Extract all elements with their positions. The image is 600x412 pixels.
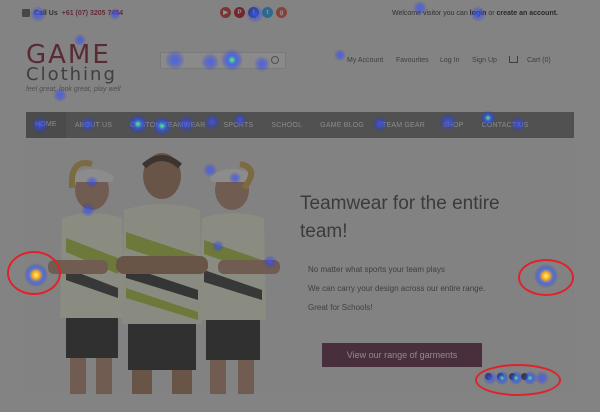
hero-heading: Teamwear for the entire team! (300, 193, 500, 242)
top-bar: Call Us +61 (07) 3205 7454 ▶ Pf t g Welcome… (0, 0, 600, 26)
twitter-icon[interactable]: t (262, 7, 273, 18)
favourites-link[interactable]: Favourites (396, 57, 429, 64)
logo-clothing[interactable]: Clothing (26, 66, 117, 84)
or-text: or (488, 10, 495, 17)
header: GAME Clothing feel great, look great, pl… (0, 26, 600, 112)
search-input[interactable] (160, 52, 286, 69)
highlight-ring-left (7, 251, 61, 295)
phone-number[interactable]: +61 (07) 3205 7454 (62, 10, 123, 17)
main-nav: HOME ABOUT US CUSTOM TEAMWEAR SPORTS SCHOOL G… (26, 112, 574, 138)
phone-icon (22, 9, 30, 17)
my-account-link[interactable]: My Account (347, 57, 383, 64)
logo-tagline: feel great, look great, play well (26, 86, 121, 93)
nav-item-custom-teamwear[interactable]: CUSTOM TEAMWEAR (121, 122, 214, 129)
welcome-text: Welcome visitor you can (391, 10, 468, 17)
hero-banner (26, 140, 574, 394)
facebook-icon[interactable]: f (248, 7, 259, 18)
team-players-image (48, 153, 280, 394)
nav-item-about-us[interactable]: ABOUT US (66, 122, 121, 129)
nav-item-home[interactable]: HOME (26, 112, 66, 138)
hero-line-1: No matter what sports your team plays (308, 265, 445, 274)
welcome-message: Welcome visitor you can login or create … (392, 10, 558, 17)
googleplus-icon[interactable]: g (276, 7, 287, 18)
highlight-ring-dots (475, 364, 561, 396)
cart-icon[interactable] (509, 56, 518, 63)
page: Call Us +61 (07) 3205 7454 ▶ Pf t g Welcome… (0, 0, 600, 412)
call-us: Call Us +61 (07) 3205 7454 (22, 9, 123, 17)
nav-item-school[interactable]: SCHOOL (262, 122, 311, 129)
hero-line-3: Great for Schools! (308, 303, 373, 312)
log-in-link[interactable]: Log In (440, 57, 459, 64)
sign-up-link[interactable]: Sign Up (472, 57, 497, 64)
nav-item-sports[interactable]: SPORTS (215, 122, 263, 129)
nav-item-shop[interactable]: SHOP (434, 122, 473, 129)
social-icons: ▶ Pf t g (220, 7, 287, 18)
call-label: Call Us (34, 9, 58, 17)
highlight-ring-right (518, 259, 574, 296)
cart-link[interactable]: Cart (0) (527, 57, 551, 64)
nav-item-team-gear[interactable]: TEAM GEAR (373, 122, 434, 129)
nav-item-contact-us[interactable]: CONTACT US (473, 122, 538, 129)
nav-item-game-blog[interactable]: GAME BLOG (311, 122, 373, 129)
hero-line-2: We can carry your design across our enti… (308, 284, 486, 293)
youtube-icon[interactable]: ▶ (220, 7, 231, 18)
pinterest-icon[interactable]: P (234, 7, 245, 18)
search-icon[interactable] (271, 56, 279, 64)
login-link[interactable]: login (470, 10, 487, 17)
view-garments-button[interactable]: View our range of garments (322, 343, 482, 367)
create-account-link[interactable]: create an account. (497, 10, 558, 17)
